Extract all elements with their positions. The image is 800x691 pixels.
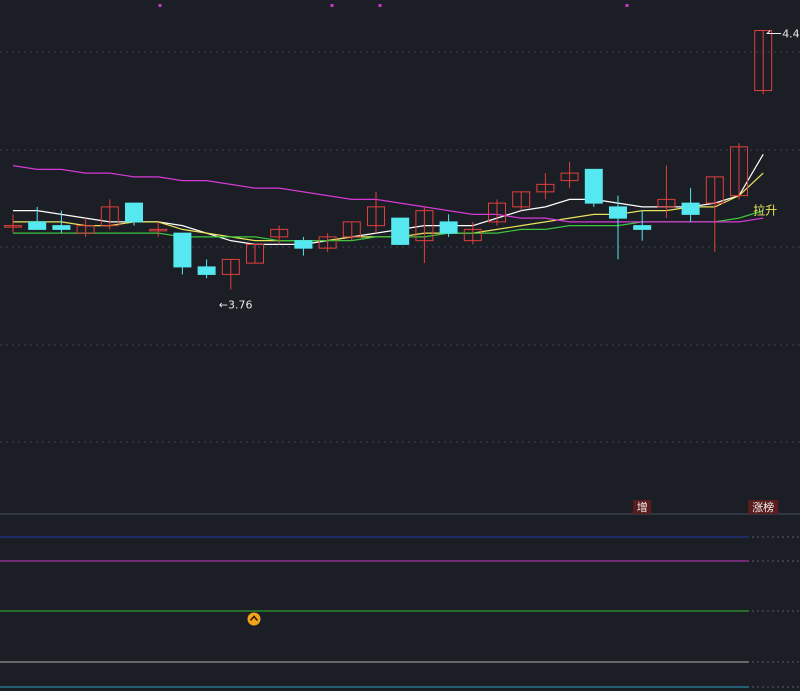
candle-body [125,202,143,223]
candle-body [197,266,216,275]
candle-body [391,217,410,245]
top-tick-mark [378,4,382,7]
top-tick-mark [158,4,162,7]
top-tick-mark [625,4,629,7]
candle-body [28,221,47,230]
surge-label: 拉升 [753,203,777,218]
ma-line [13,154,764,245]
top-tick-mark [330,4,334,7]
candle-body [173,232,192,268]
low-price-annotation: ←3.76 [219,298,253,311]
candlestick-chart: ←3.76 4.49 拉升增 涨榜 [0,4,800,688]
candle-body [439,221,458,234]
candle-body [633,225,652,230]
candle-body [52,225,71,230]
candle-body [294,240,313,249]
candle-body [584,168,603,204]
signal-marker-label: 增 [637,500,648,514]
signal-marker-label: 涨榜 [752,500,774,514]
up-signal-icon [247,612,261,626]
high-price-annotation: 4.49 [782,28,800,41]
candle-body [681,202,700,215]
high-price-arrow-icon [765,30,782,35]
candle-body [609,206,627,219]
